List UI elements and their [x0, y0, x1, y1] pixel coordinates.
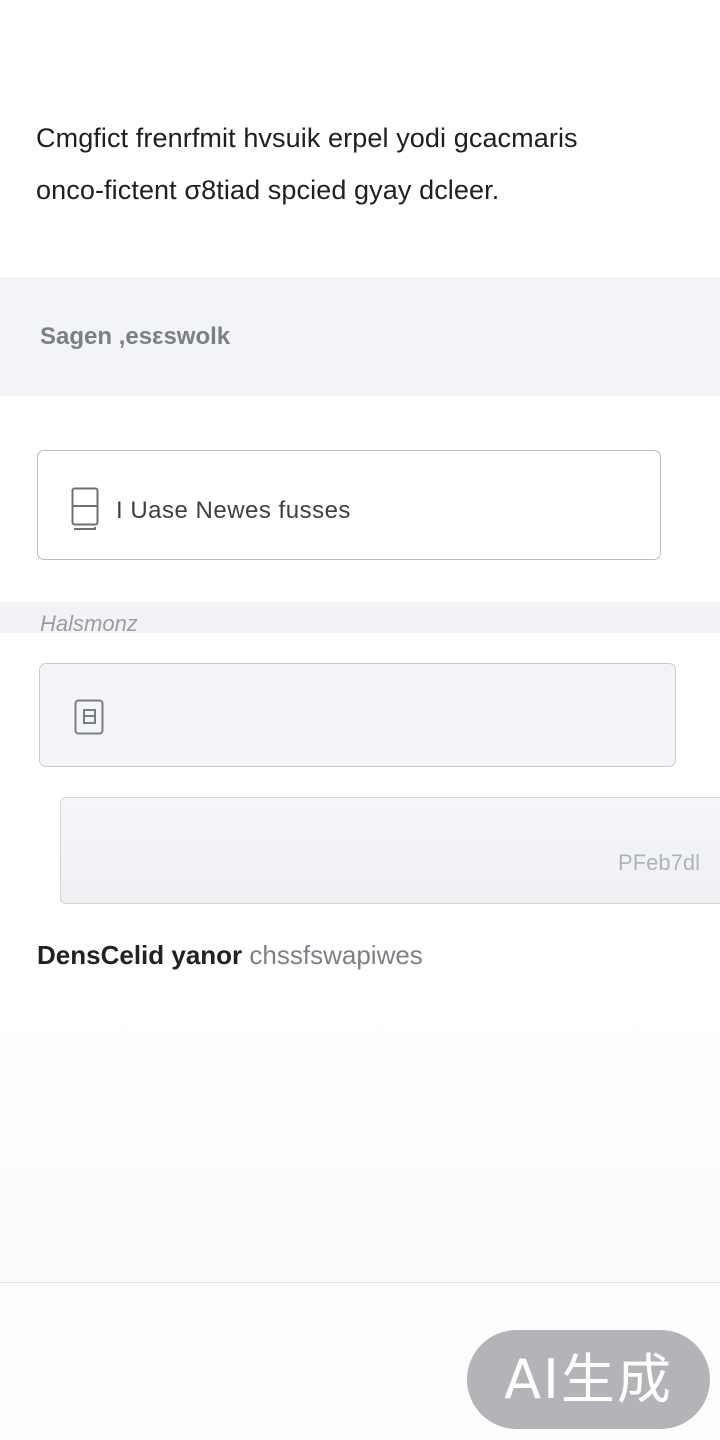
- text-input-field[interactable]: I Uase Newes fusses: [37, 450, 661, 560]
- file-icon: [74, 699, 104, 735]
- document-icon: [71, 487, 99, 531]
- file-input-field[interactable]: [39, 663, 676, 767]
- bottom-caption-light: chssfswapiwes: [249, 940, 423, 970]
- bottom-caption-strong: DensCelid yanor: [37, 940, 243, 970]
- empty-content-area: [0, 1000, 720, 1282]
- action-field-label: PFeb7dl: [618, 850, 700, 875]
- section-title: Sagen ,esεswolk: [40, 323, 231, 350]
- subsection-label: Halsmonz: [40, 611, 138, 636]
- ai-generated-badge: AI生成: [467, 1330, 710, 1429]
- intro-line-1: Cmgfict frenrfmit hvsuik erpel yodi gcac…: [36, 123, 578, 153]
- bottom-caption: DensCelid yanor chssfswapiwes: [37, 940, 423, 971]
- intro-line-2: onco-fictent σ8tiad spcied gyay dcleer.: [36, 175, 500, 205]
- intro-text: Cmgfict frenrfmit hvsuik erpel yodi gcac…: [36, 112, 696, 216]
- action-field[interactable]: PFeb7dl: [60, 797, 720, 904]
- input-value: I Uase Newes fusses: [116, 497, 351, 524]
